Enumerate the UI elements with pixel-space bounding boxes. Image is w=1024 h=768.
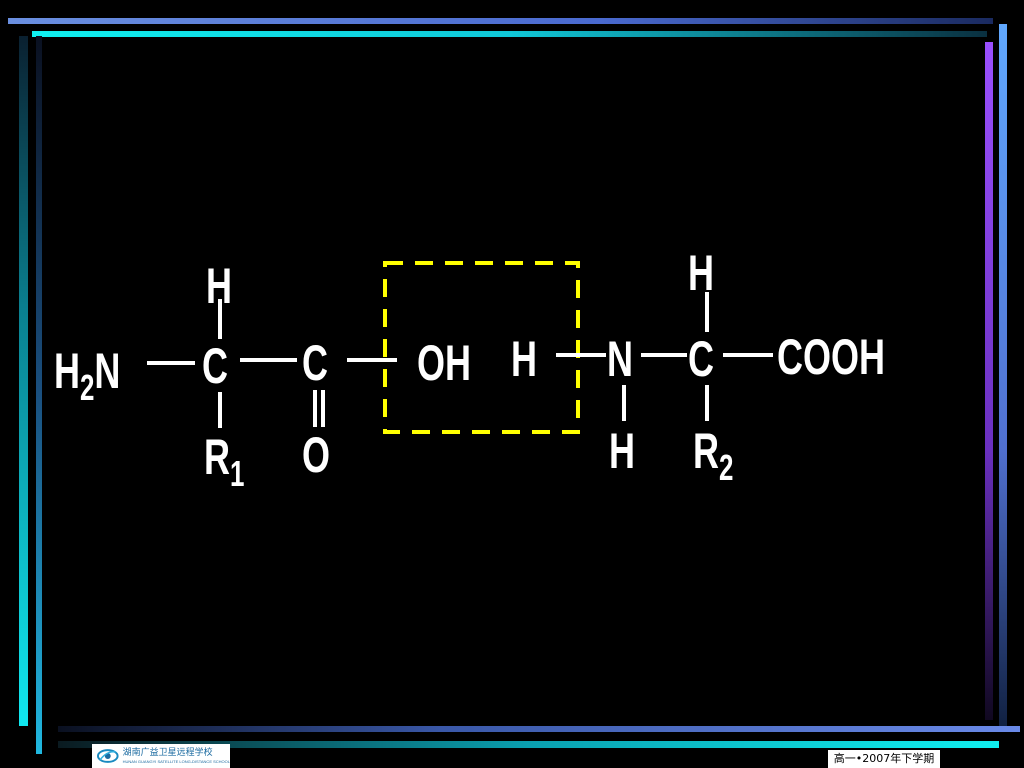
school-emblem-icon (96, 749, 119, 763)
bond-c2-oh (347, 358, 397, 362)
amine-h: H (609, 423, 635, 479)
bond-c3-r2 (705, 385, 709, 421)
bond-c1-r1 (218, 392, 222, 428)
r2-letter: R (693, 423, 719, 479)
logo-school-name: 湖南广益卫星远程学校 (122, 747, 213, 758)
logo-text-block: 湖南广益卫星远程学校 HUNAN GUANGYI SATELLITE LONG-… (123, 748, 230, 765)
r1-subscript: 1 (229, 453, 245, 494)
carbonyl-c: C (302, 335, 328, 391)
r1-letter: R (204, 429, 230, 485)
alpha-c2: C (688, 331, 714, 387)
double-bond-line-1 (313, 390, 317, 427)
alpha-c2-top-h: H (688, 245, 714, 301)
amino-h: H (54, 343, 80, 399)
amino-n: N (94, 343, 121, 399)
bond-n-h (622, 385, 626, 421)
amino-subscript: 2 (79, 367, 95, 408)
bond-c3-cooh (723, 353, 773, 357)
carboxyl-group: COOH (777, 329, 885, 385)
alpha-c1: C (202, 338, 228, 394)
bond-h-n (556, 353, 606, 357)
r2-subscript: 2 (718, 447, 734, 488)
bond-n-c1 (147, 361, 195, 365)
term-label: 高一•2007年下学期 (828, 750, 940, 768)
r2-group: R2 (693, 423, 733, 486)
school-logo: 湖南广益卫星远程学校 HUNAN GUANGYI SATELLITE LONG-… (92, 744, 230, 768)
dashed-highlight-box (383, 261, 580, 434)
removed-h: H (511, 331, 537, 387)
bond-n-c3 (641, 353, 687, 357)
r1-group: R1 (204, 429, 244, 492)
amine-n: N (607, 331, 633, 387)
hydroxyl-oh: OH (417, 335, 471, 391)
slide: H2N H C R1 C O OH H N H H C R2 COOH 湖南广益… (0, 0, 1024, 768)
carbonyl-o: O (302, 427, 331, 483)
bond-c1-c2 (240, 358, 297, 362)
alpha-c1-top-h: H (206, 258, 232, 314)
double-bond-line-2 (321, 390, 325, 427)
logo-school-name-en: HUNAN GUANGYI SATELLITE LONG-DISTANCE SC… (122, 758, 230, 764)
amino-group: H2N (54, 343, 121, 406)
